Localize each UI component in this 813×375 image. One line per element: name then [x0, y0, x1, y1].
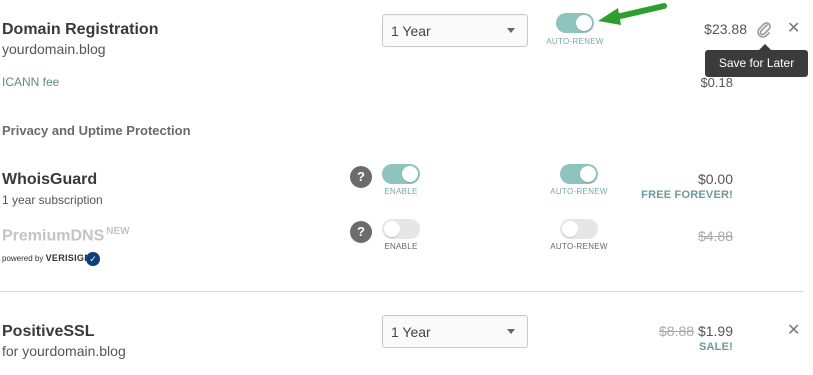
domain-remove-close-icon[interactable]: ✕	[787, 21, 800, 37]
premiumdns-enable-label: ENABLE	[384, 242, 418, 251]
premiumdns-title: PremiumDNS	[2, 227, 105, 245]
verisign-brand-text: VERISIGN	[45, 253, 92, 263]
premiumdns-auto-renew-label: AUTO-RENEW	[550, 242, 608, 251]
paperclip-icon[interactable]	[756, 21, 772, 39]
section-divider	[0, 291, 803, 292]
domain-auto-renew-label: AUTO-RENEW	[546, 37, 604, 46]
ssl-remove-close-icon[interactable]: ✕	[787, 323, 800, 339]
toggle-knob	[576, 15, 592, 31]
domain-registration-title: Domain Registration	[2, 21, 159, 38]
domain-name: yourdomain.blog	[2, 41, 106, 57]
toggle-knob	[580, 166, 596, 182]
toggle-knob	[402, 166, 418, 182]
whoisguard-price: $0.00	[697, 171, 733, 187]
chevron-down-icon	[507, 28, 515, 33]
toggle-knob	[562, 221, 578, 237]
positivessl-title: PositiveSSL	[2, 323, 95, 340]
domain-period-select[interactable]: 1 Year	[382, 14, 528, 47]
positivessl-price: $1.99	[697, 323, 733, 339]
premiumdns-price: $4.88	[697, 228, 733, 244]
positivessl-tagline: SALE!	[699, 341, 733, 353]
whoisguard-subtitle: 1 year subscription	[2, 193, 103, 207]
powered-by-text: powered by	[2, 254, 44, 263]
chevron-down-icon	[507, 329, 515, 334]
ssl-period-value: 1 Year	[391, 324, 431, 340]
domain-price: $23.88	[704, 21, 747, 37]
domain-period-value: 1 Year	[391, 23, 431, 39]
ssl-period-select[interactable]: 1 Year	[382, 315, 528, 348]
domain-auto-renew-toggle[interactable]	[556, 13, 594, 33]
premiumdns-enable-toggle[interactable]	[382, 219, 420, 239]
whoisguard-help-icon[interactable]: ?	[350, 166, 372, 188]
positivessl-price-row: $8.88 $1.99	[600, 323, 733, 339]
whoisguard-tagline: FREE FOREVER!	[641, 189, 733, 201]
whoisguard-auto-renew-toggle[interactable]	[560, 164, 598, 184]
positivessl-subtitle: for yourdomain.blog	[2, 343, 126, 359]
verisign-logo-icon: ✓	[86, 252, 100, 266]
premiumdns-auto-renew-toggle[interactable]	[560, 219, 598, 239]
whoisguard-title: WhoisGuard	[2, 171, 98, 188]
premiumdns-title-row: PremiumDNS NEW	[2, 226, 130, 245]
toggle-knob	[384, 221, 400, 237]
whoisguard-enable-label: ENABLE	[384, 187, 418, 196]
privacy-section-heading: Privacy and Uptime Protection	[2, 123, 191, 138]
icann-fee-price: $0.18	[700, 75, 733, 90]
whoisguard-enable-toggle[interactable]	[382, 164, 420, 184]
premiumdns-help-icon[interactable]: ?	[350, 221, 372, 243]
icann-fee-label: ICANN fee	[2, 75, 60, 89]
new-badge: NEW	[106, 226, 130, 237]
save-for-later-tooltip: Save for Later	[705, 50, 808, 77]
positivessl-old-price: $8.88	[659, 323, 695, 339]
powered-by-verisign: powered by VERISIGN	[2, 253, 91, 263]
